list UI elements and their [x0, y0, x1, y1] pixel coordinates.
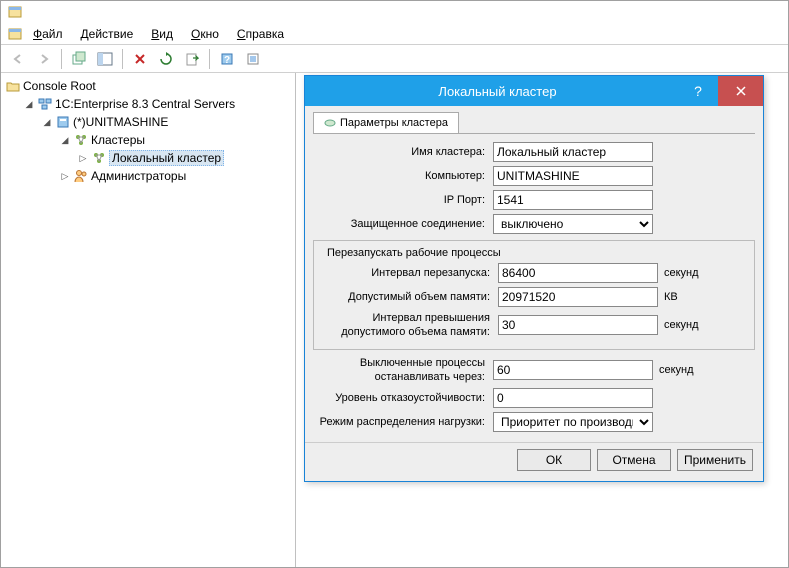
ok-button[interactable]: ОК [517, 449, 591, 471]
admins-icon [73, 168, 89, 184]
label-secure-conn: Защищенное соединение: [313, 217, 493, 231]
dialog-close-button[interactable] [718, 76, 763, 106]
input-restart-interval[interactable] [498, 263, 658, 283]
input-excess-interval[interactable] [498, 315, 658, 335]
label-cluster-name: Имя кластера: [313, 145, 493, 159]
expand-icon[interactable]: ▷ [59, 170, 71, 182]
label-load-balancing: Режим распределения нагрузки: [313, 415, 493, 429]
menu-window[interactable]: Окно [183, 25, 227, 43]
cluster-icon [91, 150, 107, 166]
content-panel: Локальный кластер ? Параметры кластера И… [296, 73, 788, 567]
select-secure-conn[interactable]: выключено [493, 214, 653, 234]
dialog-title: Локальный кластер [317, 84, 678, 99]
fieldset-restart: Перезапускать рабочие процессы Интервал … [313, 240, 755, 350]
menu-action[interactable]: Действие [73, 25, 142, 43]
menubar: Файл Действие Вид Окно Справка [1, 23, 788, 45]
tree-server-node[interactable]: ◢ (*)UNITMASHINE [41, 113, 295, 131]
tree-servers[interactable]: ◢ 1C:Enterprise 8.3 Central Servers [23, 95, 295, 113]
label-excess-interval: Интервал превышения допустимого объема п… [318, 311, 498, 339]
delete-button[interactable] [129, 48, 151, 70]
tab-icon [324, 117, 336, 129]
server-icon [55, 114, 71, 130]
app-icon [7, 4, 23, 20]
tab-cluster-params[interactable]: Параметры кластера [313, 112, 459, 133]
tree-clusters[interactable]: ◢ Кластеры [59, 131, 295, 149]
unit-seconds-1: секунд [658, 267, 699, 279]
tree-local-cluster[interactable]: ▷ Локальный кластер [77, 149, 295, 167]
refresh-button[interactable] [155, 48, 177, 70]
input-cluster-name[interactable] [493, 142, 653, 162]
collapse-icon[interactable]: ◢ [41, 116, 53, 128]
dialog-tabs: Параметры кластера [313, 112, 755, 134]
dialog-titlebar: Локальный кластер ? [305, 76, 763, 106]
unit-seconds-3: секунд [653, 364, 694, 376]
unit-kb: КВ [658, 291, 678, 303]
folder-icon [5, 78, 21, 94]
app-icon-small [7, 26, 23, 42]
collapse-icon[interactable]: ◢ [59, 134, 71, 146]
show-hide-tree-button[interactable] [94, 48, 116, 70]
fieldset-restart-legend: Перезапускать рабочие процессы [324, 247, 504, 259]
help-button[interactable]: ? [216, 48, 238, 70]
input-max-memory[interactable] [498, 287, 658, 307]
label-computer: Компьютер: [313, 169, 493, 183]
dialog-body: Параметры кластера Имя кластера: Компьют… [305, 106, 763, 442]
window-titlebar-icons [1, 1, 788, 23]
input-stop-after[interactable] [493, 360, 653, 380]
svg-text:?: ? [224, 55, 230, 66]
menu-help[interactable]: Справка [229, 25, 292, 43]
cluster-properties-dialog: Локальный кластер ? Параметры кластера И… [304, 75, 764, 482]
main-area: Console Root ◢ 1C:Enterprise 8.3 Central… [1, 73, 788, 567]
tree-panel: Console Root ◢ 1C:Enterprise 8.3 Central… [1, 73, 296, 567]
mmc-window: Файл Действие Вид Окно Справка ? Console… [0, 0, 789, 568]
properties-button[interactable] [242, 48, 264, 70]
label-fault-tolerance: Уровень отказоустойчивости: [313, 391, 493, 405]
label-stop-after: Выключенные процессы останавливать через… [313, 356, 493, 384]
dialog-help-button[interactable]: ? [678, 83, 718, 99]
input-ip-port[interactable] [493, 190, 653, 210]
input-fault-tolerance[interactable] [493, 388, 653, 408]
input-computer[interactable] [493, 166, 653, 186]
cancel-button[interactable]: Отмена [597, 449, 671, 471]
servers-icon [37, 96, 53, 112]
collapse-icon[interactable]: ◢ [23, 98, 35, 110]
label-max-memory: Допустимый объем памяти: [318, 290, 498, 304]
new-window-button[interactable] [68, 48, 90, 70]
forward-button[interactable] [33, 48, 55, 70]
menu-file[interactable]: Файл [25, 25, 71, 43]
export-button[interactable] [181, 48, 203, 70]
select-load-balancing[interactable]: Приоритет по производительн [493, 412, 653, 432]
dialog-buttons: ОК Отмена Применить [305, 442, 763, 481]
tree-admins[interactable]: ▷ Администраторы [59, 167, 295, 185]
label-restart-interval: Интервал перезапуска: [318, 266, 498, 280]
expand-icon[interactable]: ▷ [77, 152, 89, 164]
label-ip-port: IP Порт: [313, 193, 493, 207]
clusters-icon [73, 132, 89, 148]
tree-root[interactable]: Console Root [5, 77, 295, 95]
apply-button[interactable]: Применить [677, 449, 753, 471]
unit-seconds-2: секунд [658, 319, 699, 331]
console-tree[interactable]: Console Root ◢ 1C:Enterprise 8.3 Central… [1, 77, 295, 185]
toolbar: ? [1, 45, 788, 73]
menu-view[interactable]: Вид [143, 25, 181, 43]
back-button[interactable] [7, 48, 29, 70]
